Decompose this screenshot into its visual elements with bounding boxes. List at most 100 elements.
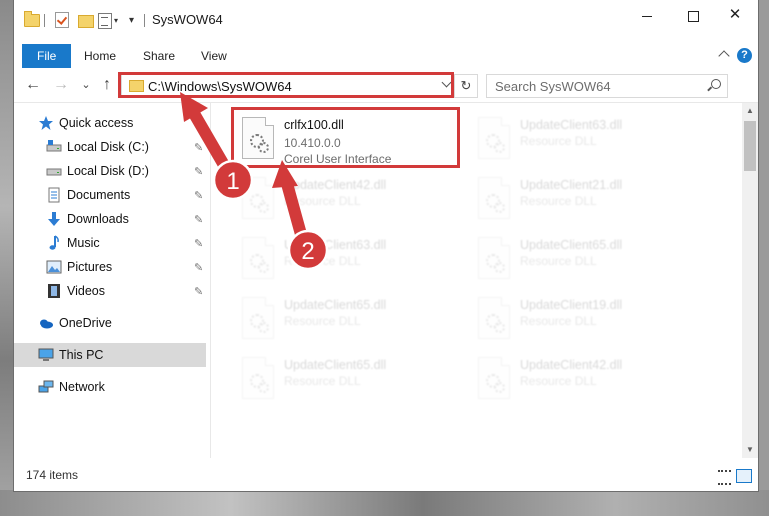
back-button[interactable]: ← xyxy=(24,76,42,94)
file-name: UpdateClient65.dll xyxy=(284,298,387,312)
pin-icon[interactable]: ✎ xyxy=(194,165,203,178)
folder-icon xyxy=(24,11,40,27)
pin-icon[interactable]: ✎ xyxy=(194,213,203,226)
videos-icon xyxy=(48,284,60,298)
sidebar-item-label: Local Disk (C:) xyxy=(67,140,149,154)
window-title: SysWOW64 xyxy=(152,12,223,27)
file-name: UpdateClient65.dll xyxy=(520,238,623,252)
scroll-down-icon[interactable]: ▼ xyxy=(742,442,758,458)
network-icon xyxy=(38,380,54,393)
file-item[interactable]: UpdateClient19.dll Resource DLL xyxy=(470,289,690,345)
sidebar-item-onedrive[interactable]: OneDrive xyxy=(14,311,206,335)
file-item[interactable]: UpdateClient42.dll Resource DLL xyxy=(470,349,690,405)
sidebar-item-label: Quick access xyxy=(59,116,134,130)
file-item[interactable]: UpdateClient63.dll Resource DLL xyxy=(234,229,454,285)
tab-home[interactable]: Home xyxy=(70,44,130,68)
forward-button[interactable]: → xyxy=(52,76,70,94)
dll-file-icon xyxy=(242,357,274,399)
properties-check-icon[interactable] xyxy=(55,12,69,28)
file-name: UpdateClient63.dll xyxy=(284,238,387,252)
documents-icon xyxy=(48,187,60,203)
file-name: UpdateClient65.dll xyxy=(284,358,387,372)
sidebar-item-this-pc[interactable]: This PC xyxy=(14,343,206,367)
large-icons-view-icon[interactable] xyxy=(736,469,752,483)
sidebar-item-quick-access[interactable]: Quick access xyxy=(14,111,206,135)
address-highlight-box xyxy=(118,72,454,98)
close-button[interactable]: ✕ xyxy=(712,0,758,30)
minimize-icon xyxy=(642,15,652,17)
onedrive-icon xyxy=(40,319,53,329)
this-pc-icon xyxy=(38,348,54,361)
scrollbar-thumb[interactable] xyxy=(744,121,756,171)
file-name: UpdateClient63.dll xyxy=(520,118,623,132)
sidebar-item-label: Local Disk (D:) xyxy=(67,164,149,178)
sidebar-item-music[interactable]: Music ✎ xyxy=(14,231,206,255)
file-description: Resource DLL xyxy=(284,254,361,268)
help-icon[interactable]: ? xyxy=(737,48,752,63)
ribbon-expand-icon[interactable] xyxy=(718,50,730,62)
sidebar-item-videos[interactable]: Videos ✎ xyxy=(14,279,206,303)
file-name: UpdateClient19.dll xyxy=(520,298,623,312)
sidebar-item-label: OneDrive xyxy=(59,316,112,330)
divider xyxy=(44,14,45,27)
file-name: UpdateClient42.dll xyxy=(284,178,387,192)
dll-file-icon xyxy=(478,297,510,339)
search-box[interactable]: Search SysWOW64 xyxy=(486,74,728,98)
tab-share[interactable]: Share xyxy=(129,44,189,68)
dll-file-icon xyxy=(478,177,510,219)
item-count: 174 items xyxy=(26,468,79,482)
recent-locations-button[interactable]: ⌄ xyxy=(77,76,95,94)
file-item[interactable]: UpdateClient21.dll Resource DLL xyxy=(470,169,690,225)
vertical-scrollbar[interactable]: ▲ ▼ xyxy=(742,103,758,458)
drive-icon xyxy=(46,168,62,176)
pin-icon[interactable]: ✎ xyxy=(194,237,203,250)
pin-icon[interactable]: ✎ xyxy=(194,141,203,154)
sidebar-item-local-disk-d[interactable]: Local Disk (D:) ✎ xyxy=(14,159,206,183)
refresh-button[interactable]: ↻ xyxy=(454,75,477,97)
file-item[interactable]: UpdateClient65.dll Resource DLL xyxy=(470,229,690,285)
details-view-icon[interactable] xyxy=(718,470,731,485)
status-bar: 174 items xyxy=(14,460,758,490)
customize-icon[interactable] xyxy=(98,13,112,29)
desktop-background-bottom xyxy=(0,490,769,516)
search-input[interactable]: Search SysWOW64 xyxy=(495,79,611,94)
ribbon-tabs: File Home Share View ? xyxy=(14,44,758,70)
maximize-button[interactable] xyxy=(670,0,716,30)
file-name: UpdateClient42.dll xyxy=(520,358,623,372)
sidebar-item-downloads[interactable]: Downloads ✎ xyxy=(14,207,206,231)
pin-icon[interactable]: ✎ xyxy=(194,189,203,202)
pin-icon[interactable]: ✎ xyxy=(194,285,203,298)
file-description: Resource DLL xyxy=(284,374,361,388)
maximize-icon xyxy=(687,10,699,22)
pin-icon[interactable]: ✎ xyxy=(194,261,203,274)
tab-file[interactable]: File xyxy=(22,44,72,68)
music-icon xyxy=(49,235,59,250)
sidebar-item-local-disk-c[interactable]: Local Disk (C:) ✎ xyxy=(14,135,206,159)
new-folder-icon[interactable] xyxy=(78,15,94,28)
qat-customize-dropdown-icon[interactable]: ▾ xyxy=(129,15,134,26)
close-icon: ✕ xyxy=(728,6,742,23)
dll-file-icon xyxy=(478,237,510,279)
sidebar-item-documents[interactable]: Documents ✎ xyxy=(14,183,206,207)
tab-view[interactable]: View xyxy=(187,44,241,68)
scroll-up-icon[interactable]: ▲ xyxy=(742,103,758,119)
sidebar-item-label: Downloads xyxy=(67,212,129,226)
sidebar-item-network[interactable]: Network xyxy=(14,375,206,399)
qat-dropdown-icon[interactable]: ▾ xyxy=(114,16,118,25)
minimize-button[interactable] xyxy=(624,0,670,30)
file-item[interactable]: UpdateClient42.dll Resource DLL xyxy=(234,169,454,225)
sidebar-item-label: Videos xyxy=(67,284,105,298)
dll-file-icon xyxy=(242,237,274,279)
file-description: Resource DLL xyxy=(284,314,361,328)
file-item[interactable]: UpdateClient65.dll Resource DLL xyxy=(234,289,454,345)
file-item[interactable]: UpdateClient65.dll Resource DLL xyxy=(234,349,454,405)
sidebar-item-pictures[interactable]: Pictures ✎ xyxy=(14,255,206,279)
sidebar-item-label: This PC xyxy=(59,348,104,362)
up-button[interactable]: ↑ xyxy=(98,76,116,94)
pictures-icon xyxy=(46,260,62,274)
search-icon xyxy=(711,79,721,89)
sidebar-item-label: Documents xyxy=(67,188,131,202)
file-description: Resource DLL xyxy=(520,374,597,388)
desktop-background-left xyxy=(0,0,14,516)
file-item[interactable]: UpdateClient63.dll Resource DLL xyxy=(470,109,690,165)
